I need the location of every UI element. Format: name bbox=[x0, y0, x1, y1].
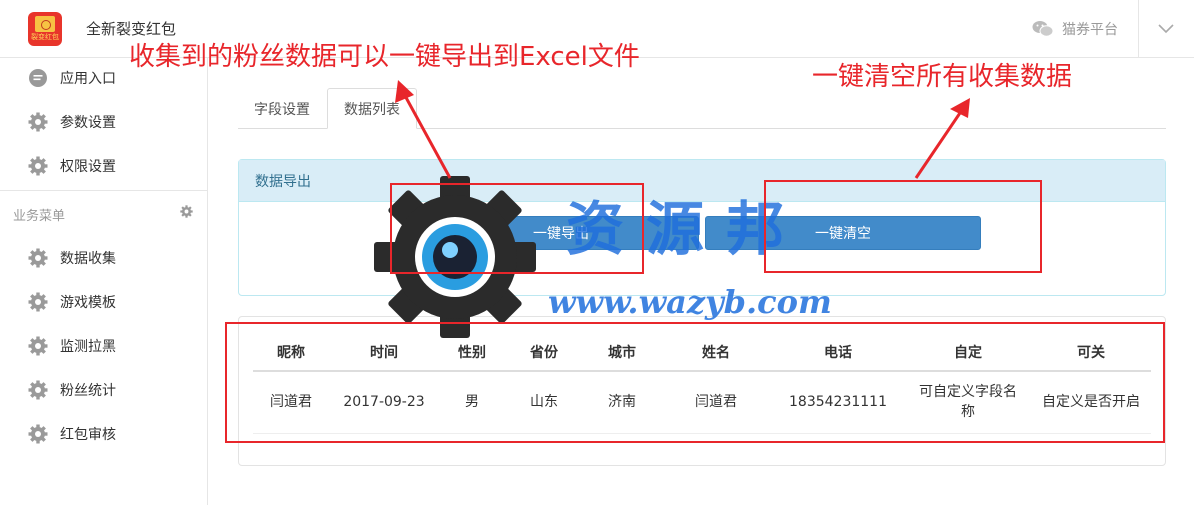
sidebar-item-label: 监测拉黑 bbox=[60, 339, 116, 355]
gear-icon bbox=[28, 380, 48, 400]
annotation-box-table bbox=[225, 322, 1165, 443]
topbar-divider bbox=[1138, 0, 1139, 58]
logo-text: 裂变红包 bbox=[31, 33, 59, 41]
sidebar-item-label: 权限设置 bbox=[60, 159, 116, 175]
sidebar-item-redpacket-review[interactable]: 红包审核 bbox=[28, 422, 116, 446]
gear-icon bbox=[28, 424, 48, 444]
sidebar-item-label: 红包审核 bbox=[60, 427, 116, 443]
sidebar-item-blacklist[interactable]: 监测拉黑 bbox=[28, 334, 116, 358]
platform-link[interactable]: 猫券平台 bbox=[1032, 19, 1118, 39]
sidebar-item-label: 粉丝统计 bbox=[60, 383, 116, 399]
gear-icon bbox=[28, 156, 48, 176]
sidebar-item-label: 游戏模板 bbox=[60, 295, 116, 311]
gear-icon bbox=[28, 292, 48, 312]
sidebar-item-label: 数据收集 bbox=[60, 251, 116, 267]
sidebar-item-app-entry[interactable]: 应用入口 bbox=[28, 66, 116, 90]
tab-field-settings[interactable]: 字段设置 bbox=[238, 88, 326, 129]
sidebar-item-data-collect[interactable]: 数据收集 bbox=[28, 246, 116, 270]
tab-label: 数据列表 bbox=[344, 101, 400, 118]
tab-label: 字段设置 bbox=[254, 101, 310, 118]
annotation-clear-text: 一键清空所有收集数据 bbox=[812, 62, 1073, 92]
chat-bubble-icon bbox=[29, 69, 47, 87]
annotation-box-clear bbox=[764, 180, 1042, 273]
watermark-url: www.wazyb.com bbox=[548, 283, 832, 321]
sidebar-item-label: 参数设置 bbox=[60, 115, 116, 131]
annotation-export-text: 收集到的粉丝数据可以一键导出到Excel文件 bbox=[129, 42, 640, 72]
chevron-down-icon[interactable] bbox=[1158, 22, 1174, 34]
gear-icon bbox=[28, 112, 48, 132]
app-logo[interactable]: 裂变红包 bbox=[28, 12, 62, 46]
gear-icon bbox=[28, 336, 48, 356]
wechat-icon bbox=[1032, 21, 1054, 37]
gear-icon bbox=[28, 248, 48, 268]
sidebar-item-label: 应用入口 bbox=[60, 71, 116, 87]
sidebar-item-fan-stats[interactable]: 粉丝统计 bbox=[28, 378, 116, 402]
platform-label: 猫券平台 bbox=[1062, 22, 1118, 38]
sidebar-item-params[interactable]: 参数设置 bbox=[28, 110, 116, 134]
sidebar: 应用入口 参数设置 权限设置 业务菜单 数据收集 游戏模板 监测拉黑 粉丝统计 … bbox=[0, 58, 208, 505]
red-envelope-icon bbox=[35, 16, 55, 32]
sidebar-divider bbox=[0, 190, 207, 191]
section-settings-icon[interactable] bbox=[180, 205, 193, 218]
tab-data-list[interactable]: 数据列表 bbox=[327, 88, 417, 129]
annotation-box-export bbox=[390, 183, 644, 274]
sidebar-item-permissions[interactable]: 权限设置 bbox=[28, 154, 116, 178]
sidebar-item-game-template[interactable]: 游戏模板 bbox=[28, 290, 116, 314]
app-title: 全新裂变红包 bbox=[86, 20, 177, 38]
sidebar-section-title: 业务菜单 bbox=[13, 209, 66, 224]
